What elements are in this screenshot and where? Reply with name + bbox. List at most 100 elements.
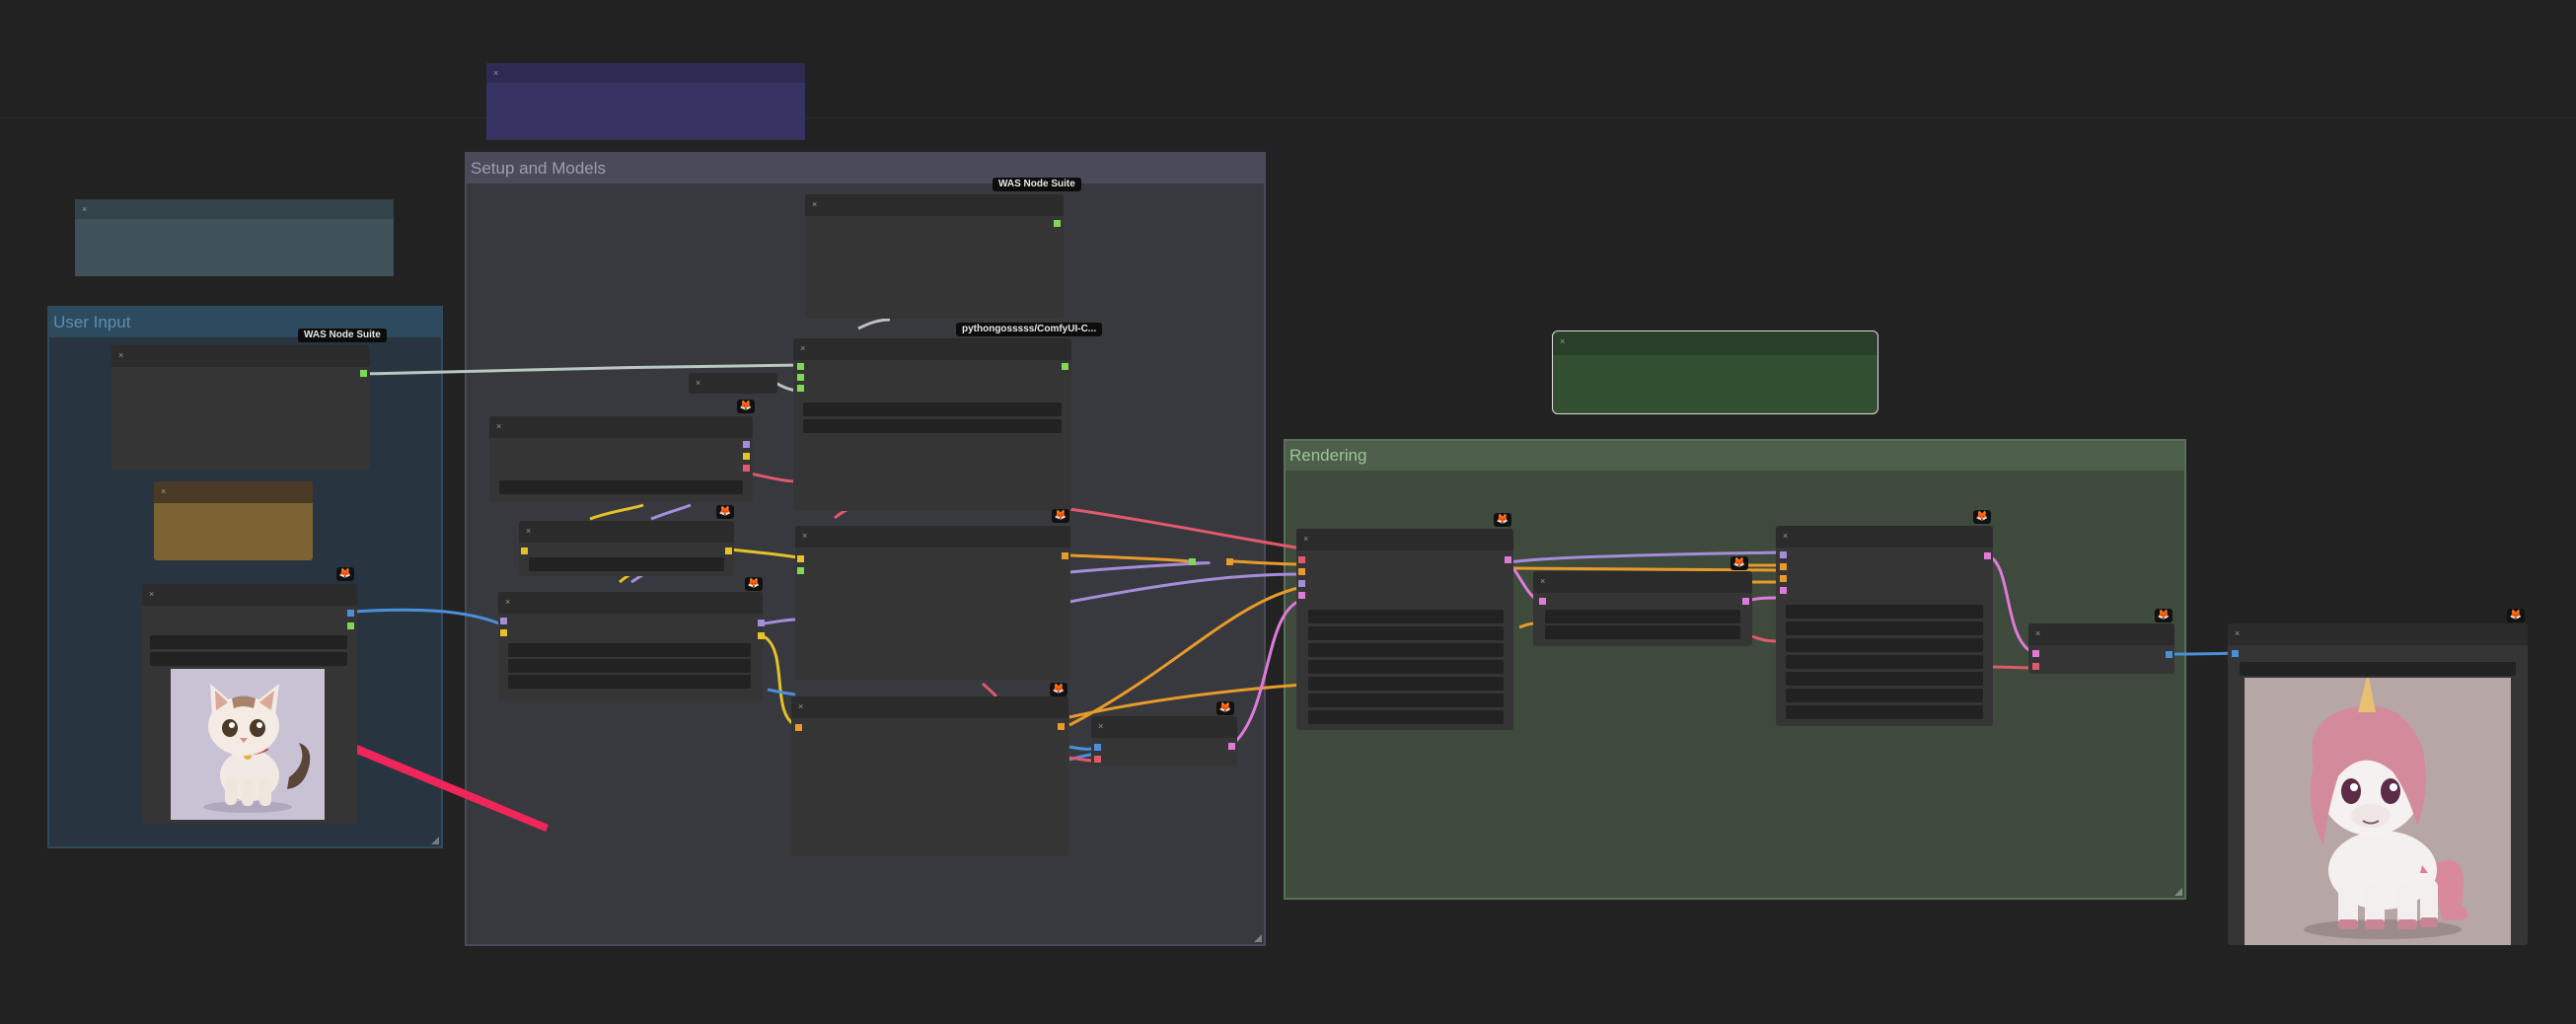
collapse-icon[interactable]: × [505, 598, 510, 607]
output-slot[interactable] [743, 465, 750, 472]
input-slot[interactable] [1780, 563, 1787, 570]
input-slot[interactable] [2032, 663, 2039, 670]
output-slot[interactable] [347, 610, 354, 617]
workflow-node[interactable]: × [791, 696, 1068, 856]
widget-field[interactable] [508, 659, 751, 673]
workflow-node[interactable]: × [1296, 529, 1513, 730]
node-graph-canvas[interactable]: × × × User Input Setup and Models Render… [0, 0, 2576, 1024]
input-slot[interactable] [1298, 580, 1305, 587]
workflow-node[interactable]: × [519, 521, 734, 576]
widget-field[interactable] [1786, 605, 1983, 619]
save-image-node[interactable]: × [2228, 623, 2528, 945]
collapse-icon[interactable]: × [526, 527, 531, 536]
output-slot[interactable] [1062, 363, 1068, 370]
input-slot[interactable] [1780, 587, 1787, 594]
collapse-icon[interactable]: × [2235, 629, 2240, 638]
collapse-icon[interactable]: × [1783, 532, 1788, 541]
widget-field[interactable] [1308, 694, 1504, 707]
output-slot[interactable] [1058, 723, 1065, 730]
collapse-icon[interactable]: × [802, 532, 807, 541]
collapse-icon[interactable]: × [1540, 577, 1545, 586]
output-slot[interactable] [1228, 743, 1235, 750]
collapse-icon[interactable]: × [1098, 722, 1103, 731]
output-slot[interactable] [758, 620, 765, 626]
input-slot[interactable] [1298, 556, 1305, 563]
widget-field[interactable] [1545, 625, 1740, 639]
output-slot[interactable] [1984, 552, 1991, 559]
widget-field[interactable] [1308, 610, 1504, 623]
widget-field[interactable] [1545, 610, 1740, 623]
workflow-node[interactable]: × [795, 526, 1070, 680]
collapse-icon[interactable]: × [798, 702, 803, 711]
workflow-node[interactable]: × [489, 416, 753, 502]
input-slot[interactable] [1298, 568, 1305, 575]
widget-field[interactable] [1786, 705, 1983, 719]
widget-field[interactable] [1308, 660, 1504, 674]
input-slot[interactable] [2032, 650, 2039, 657]
widget-field[interactable] [1308, 626, 1504, 640]
input-slot[interactable] [797, 567, 804, 574]
input-slot[interactable] [1094, 756, 1101, 763]
workflow-node[interactable]: × [1776, 526, 1993, 726]
collapse-icon[interactable]: × [800, 344, 805, 353]
output-slot[interactable] [1742, 598, 1749, 605]
output-slot[interactable] [2166, 651, 2172, 658]
output-slot[interactable] [1505, 556, 1511, 563]
output-slot[interactable] [725, 548, 732, 554]
workflow-node[interactable]: × [805, 194, 1064, 319]
collapse-icon[interactable]: × [812, 200, 817, 209]
widget-field[interactable] [1308, 677, 1504, 691]
widget-field[interactable] [508, 675, 751, 689]
reroute-node[interactable]: × [689, 373, 777, 394]
output-slot[interactable] [347, 622, 354, 629]
input-slot[interactable] [500, 629, 507, 636]
reroute-dot[interactable] [1226, 558, 1233, 565]
input-slot[interactable] [521, 548, 528, 554]
input-slot[interactable] [797, 385, 804, 392]
load-image-node[interactable]: × [142, 584, 357, 824]
widget-field[interactable] [1786, 672, 1983, 686]
widget-field[interactable] [150, 652, 347, 666]
collapse-icon[interactable]: × [149, 590, 154, 599]
workflow-node[interactable]: × [1533, 571, 1752, 646]
collapse-icon[interactable]: × [496, 422, 501, 431]
output-slot[interactable] [743, 453, 750, 460]
input-slot[interactable] [1780, 551, 1787, 558]
widget-field[interactable] [1308, 643, 1504, 657]
output-slot[interactable] [360, 370, 367, 377]
output-slot[interactable] [758, 632, 765, 639]
collapse-icon[interactable]: × [118, 351, 123, 360]
input-slot[interactable] [1780, 575, 1787, 582]
input-slot[interactable] [795, 724, 802, 731]
collapse-icon[interactable]: × [2035, 629, 2040, 638]
output-slot[interactable] [1054, 220, 1061, 227]
collapse-icon[interactable]: × [161, 487, 166, 496]
input-slot[interactable] [2232, 650, 2239, 657]
output-slot[interactable] [743, 441, 750, 448]
widget-field[interactable] [1308, 710, 1504, 724]
workflow-node[interactable]: × [1091, 716, 1237, 766]
input-slot[interactable] [1539, 598, 1546, 605]
widget-field[interactable] [499, 480, 743, 494]
brown-note-node[interactable]: × [154, 481, 313, 560]
collapse-icon[interactable]: × [1303, 535, 1308, 544]
widget-field[interactable] [1786, 638, 1983, 652]
widget-field[interactable] [2240, 662, 2516, 676]
input-slot[interactable] [1298, 592, 1305, 599]
widget-field[interactable] [1786, 622, 1983, 635]
collapse-icon[interactable]: × [696, 379, 700, 388]
workflow-node[interactable]: × [2028, 623, 2174, 674]
widget-field[interactable] [1786, 689, 1983, 702]
widget-field[interactable] [1786, 655, 1983, 669]
widget-field[interactable] [529, 557, 724, 571]
input-slot[interactable] [500, 618, 507, 624]
widget-field[interactable] [803, 402, 1062, 416]
reroute-dot[interactable] [1189, 558, 1196, 565]
widget-field[interactable] [803, 419, 1062, 433]
workflow-node[interactable]: × [793, 338, 1071, 511]
input-slot[interactable] [797, 374, 804, 381]
input-slot[interactable] [1094, 744, 1101, 751]
widget-field[interactable] [150, 635, 347, 649]
widget-field[interactable] [508, 643, 751, 657]
input-slot[interactable] [797, 555, 804, 562]
